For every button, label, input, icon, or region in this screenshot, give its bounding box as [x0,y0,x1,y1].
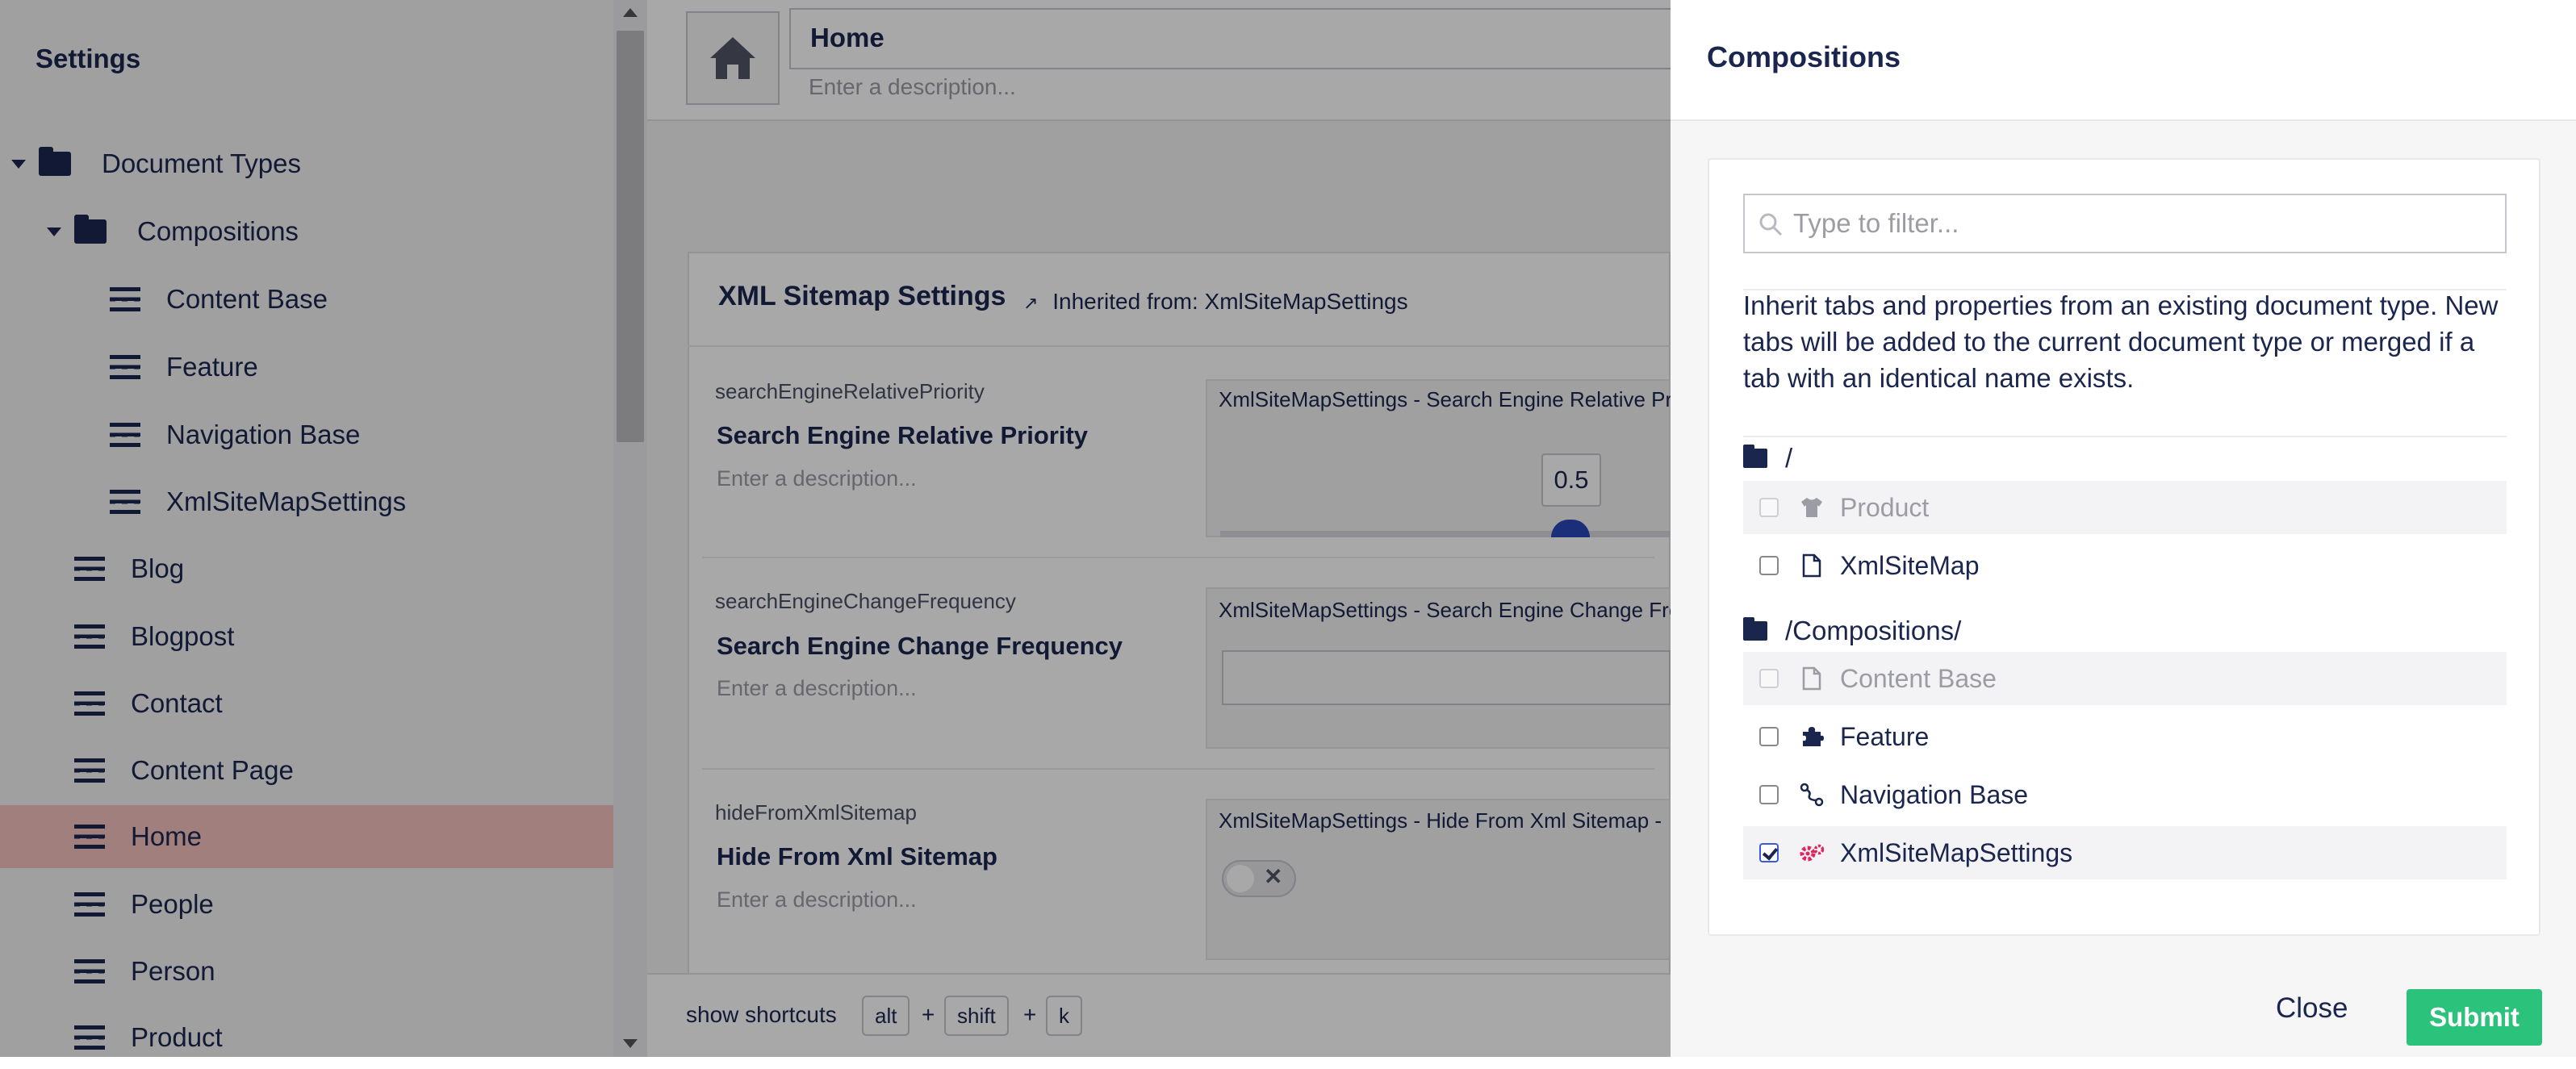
search-icon [1759,213,1783,236]
folder-heading-root: / [1743,442,1792,474]
checkbox[interactable] [1759,727,1779,746]
composition-item-xmlsitemapsettings[interactable]: XmlSiteMapSettings [1743,826,2507,879]
folder-heading-compositions: /Compositions/ [1743,615,1961,647]
checkbox[interactable] [1759,556,1779,575]
composition-item-content-base: Content Base [1743,652,2507,705]
composition-item-product: Product [1743,481,2507,534]
folder-icon [1743,445,1767,468]
close-button[interactable]: Close [2276,992,2348,1025]
shirt-icon [1798,496,1825,519]
checkbox [1759,498,1779,517]
document-icon [1798,553,1825,578]
divider [1743,436,2507,437]
composition-item-xmlsitemap[interactable]: XmlSiteMap [1743,539,2507,592]
filter-field[interactable] [1743,194,2507,253]
checkbox [1759,669,1779,688]
submit-button[interactable]: Submit [2407,989,2542,1046]
folder-icon [1743,617,1767,641]
checkbox[interactable] [1759,785,1779,804]
puzzle-icon [1798,725,1825,748]
document-icon [1798,666,1825,691]
composition-item-navigation-base[interactable]: Navigation Base [1743,768,2507,821]
path-icon [1798,783,1825,807]
modal-backdrop[interactable] [0,0,1671,1057]
dialog-title: Compositions [1707,40,1901,73]
composition-item-feature[interactable]: Feature [1743,710,2507,763]
help-text: Inherit tabs and properties from an exis… [1743,290,2499,393]
filter-input[interactable] [1792,203,2486,244]
gears-icon [1798,842,1825,863]
checkbox-checked[interactable] [1759,843,1779,862]
